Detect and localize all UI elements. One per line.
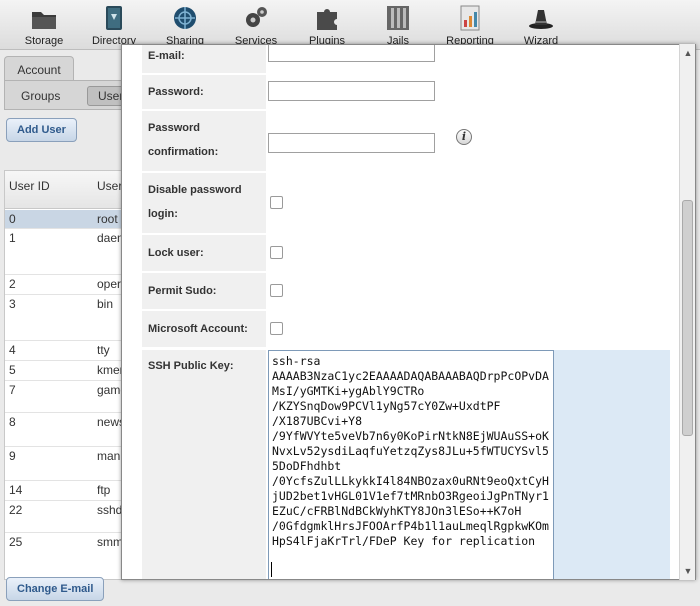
microsoft-account-checkbox[interactable] [270, 322, 283, 335]
column-header-username[interactable]: Username [97, 179, 123, 193]
table-row[interactable]: 9 man [5, 447, 123, 481]
lock-user-row: Lock user: [142, 235, 670, 271]
dialog-scrollbar[interactable]: ▲ ▼ [679, 44, 695, 580]
table-row[interactable]: 2 operator [5, 275, 123, 295]
table-row[interactable]: 14 ftp [5, 481, 123, 501]
user-id-cell: 5 [9, 363, 16, 377]
username-cell: sshd [97, 503, 123, 517]
table-row[interactable]: 1 daemon [5, 229, 123, 275]
toolbar-directory[interactable]: Directory [74, 4, 154, 47]
plugins-puzzle-icon [317, 9, 337, 30]
disable-password-checkbox[interactable] [270, 196, 283, 209]
email-field[interactable] [268, 45, 435, 62]
permit-sudo-checkbox[interactable] [270, 284, 283, 297]
username-cell: tty [97, 343, 110, 357]
password-label: Password: [142, 75, 266, 109]
change-email-button[interactable]: Change E-mail [6, 577, 105, 601]
username-cell: kmem [97, 363, 123, 377]
edit-user-dialog: E-mail: Password: Password confirmation:… [121, 44, 696, 580]
toolbar-reporting[interactable]: Reporting [430, 4, 510, 47]
sharing-globe-icon [174, 7, 196, 29]
toolbar-wizard[interactable]: Wizard [501, 4, 581, 47]
disable-password-label: Disable password login: [142, 173, 266, 233]
lock-user-checkbox[interactable] [270, 246, 283, 259]
username-cell: bin [97, 297, 114, 311]
lock-user-label: Lock user: [142, 235, 266, 271]
user-id-cell: 9 [9, 449, 16, 463]
folder-icon [32, 12, 56, 29]
toolbar-jails[interactable]: Jails [358, 4, 438, 47]
scrollbar-thumb[interactable] [682, 200, 693, 436]
user-id-cell: 1 [9, 231, 16, 245]
username-cell: ftp [97, 483, 111, 497]
username-cell: operator [97, 277, 123, 291]
user-id-cell: 14 [9, 483, 23, 497]
ssh-key-row: SSH Public Key: [142, 350, 670, 579]
username-cell: smmsp [97, 535, 123, 549]
account-subtabs: Groups Users [4, 80, 127, 110]
wizard-hat-icon [529, 10, 553, 29]
permit-sudo-row: Permit Sudo: [142, 273, 670, 309]
directory-book-icon [106, 6, 122, 30]
toolbar-storage-label: Storage [24, 35, 64, 47]
password-row: Password: [142, 75, 670, 109]
toolbar-plugins[interactable]: Plugins [287, 4, 367, 47]
permit-sudo-label: Permit Sudo: [142, 273, 266, 309]
scroll-down-icon[interactable]: ▼ [683, 566, 693, 576]
microsoft-account-label: Microsoft Account: [142, 311, 266, 347]
username-cell: games [97, 383, 123, 397]
table-row[interactable]: 0 root [5, 210, 123, 229]
user-id-cell: 3 [9, 297, 16, 311]
username-cell: root [97, 212, 118, 226]
services-gears-icon [246, 7, 267, 27]
add-user-button[interactable]: Add User [6, 118, 77, 142]
ssh-key-label: SSH Public Key: [142, 350, 266, 579]
jails-bars-icon [387, 6, 409, 30]
username-cell: man [97, 449, 121, 463]
user-id-cell: 2 [9, 277, 16, 291]
text-caret [271, 562, 272, 577]
scroll-up-icon[interactable]: ▲ [683, 48, 693, 58]
table-row[interactable]: 25 smmsp [5, 533, 123, 573]
toolbar-sharing[interactable]: Sharing [145, 4, 225, 47]
users-table: User ID Username 0 root 1 daemon 2 operator… [4, 170, 124, 580]
user-id-cell: 8 [9, 415, 16, 429]
user-id-cell: 22 [9, 503, 23, 517]
toolbar-storage[interactable]: Storage [4, 4, 84, 47]
user-id-cell: 0 [9, 212, 16, 226]
user-id-cell: 7 [9, 383, 16, 397]
password-confirm-row: Password confirmation: i [142, 111, 670, 171]
table-row[interactable]: 5 kmem [5, 361, 123, 381]
email-label: E-mail: [142, 45, 266, 73]
table-row[interactable]: 8 news [5, 413, 123, 447]
email-row: E-mail: [142, 45, 670, 73]
tab-account[interactable]: Account [4, 56, 74, 80]
users-table-header: User ID Username [5, 171, 123, 209]
top-toolbar: Storage Directory Sharing Services Plugi… [0, 0, 700, 50]
password-field[interactable] [268, 81, 435, 101]
reporting-chart-icon [460, 5, 480, 31]
table-row[interactable]: 22 sshd [5, 501, 123, 533]
microsoft-account-row: Microsoft Account: [142, 311, 670, 347]
info-icon[interactable]: i [456, 129, 472, 145]
username-cell: news [97, 415, 123, 429]
ssh-key-textarea[interactable] [268, 350, 554, 579]
password-confirm-label: Password confirmation: [142, 111, 266, 171]
user-id-cell: 4 [9, 343, 16, 357]
column-header-user-id[interactable]: User ID [9, 179, 50, 193]
table-row[interactable]: 4 tty [5, 341, 123, 361]
user-id-cell: 25 [9, 535, 23, 549]
table-row[interactable]: 7 games [5, 381, 123, 413]
table-row[interactable]: 3 bin [5, 295, 123, 341]
password-confirm-field[interactable] [268, 133, 435, 153]
disable-password-row: Disable password login: [142, 173, 670, 233]
tab-groups[interactable]: Groups [21, 89, 60, 103]
username-cell: daemon [97, 231, 123, 245]
toolbar-services[interactable]: Services [216, 4, 296, 47]
